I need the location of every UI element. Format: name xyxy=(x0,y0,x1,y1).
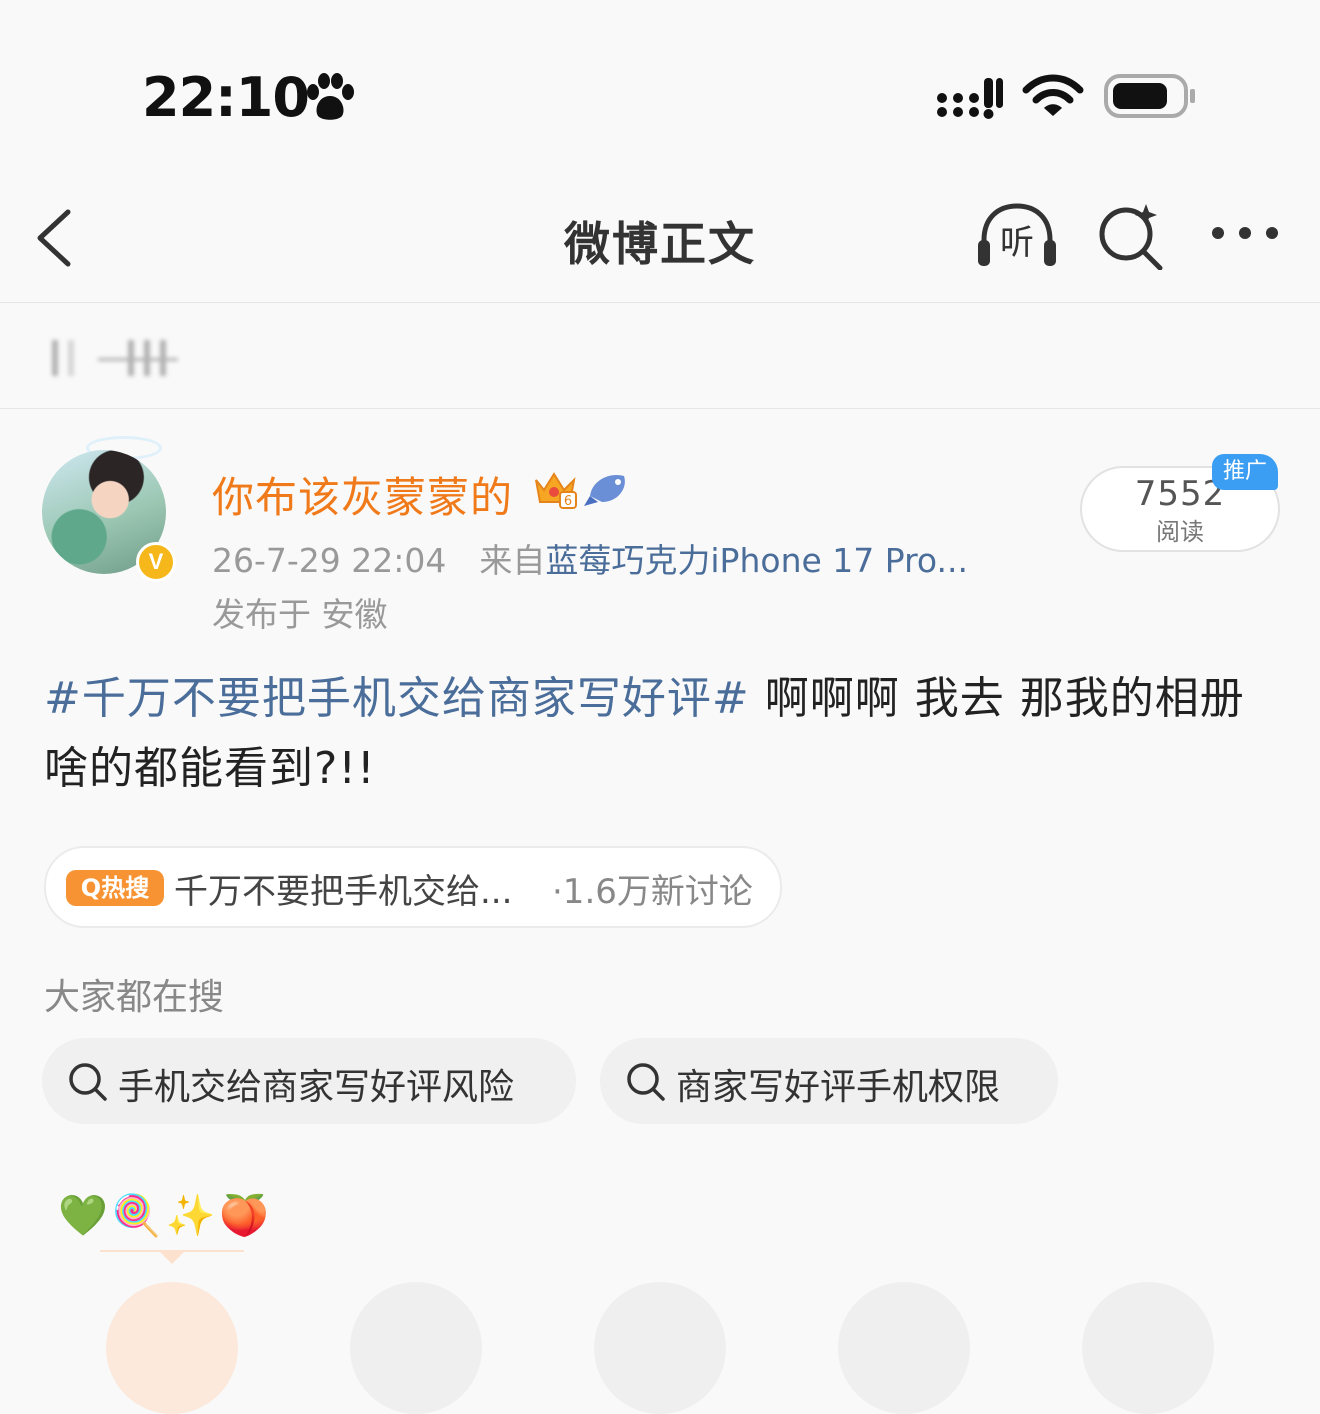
post-location: 发布于 安徽 xyxy=(212,595,388,634)
search-suggestion-1[interactable]: 手机交给商家写好评风险 xyxy=(42,1038,576,1124)
hot-search-chip[interactable]: Q热搜 千万不要把手机交给... ·1.6万新讨论 xyxy=(44,846,782,928)
avatar[interactable]: V xyxy=(38,436,176,582)
search-suggestion-text: 手机交给商家写好评风险 xyxy=(118,1067,515,1108)
user-name[interactable]: 你布该灰蒙蒙的 xyxy=(212,464,513,525)
hashtag-link[interactable]: #千万不要把手机交给商家写好评# xyxy=(44,673,750,724)
reads-label: 阅读 xyxy=(1156,518,1204,546)
battery-icon xyxy=(1104,74,1195,118)
search-suggestion-2[interactable]: 商家写好评手机权限 xyxy=(600,1038,1058,1124)
bottom-circle-5[interactable] xyxy=(1082,1282,1214,1414)
crown-level: 6 xyxy=(564,494,572,509)
post-body: #千万不要把手机交给商家写好评# 啊啊啊 我去 那我的相册啥的都能看到?!! xyxy=(44,664,1284,804)
cellular-signal-icon xyxy=(937,78,1003,119)
bottom-circle-3[interactable] xyxy=(594,1282,726,1414)
hot-search-count: ·1.6万新讨论 xyxy=(552,872,753,912)
status-bar: 22:10 xyxy=(0,0,1320,170)
wifi-icon xyxy=(1022,74,1084,116)
hot-search-badge: Q热搜 xyxy=(66,870,164,906)
bottom-circle-1[interactable] xyxy=(106,1282,238,1414)
search-sparkle-icon[interactable] xyxy=(1096,200,1166,270)
paw-icon xyxy=(307,73,354,120)
verified-badge: V xyxy=(136,542,176,582)
hot-search-text: 千万不要把手机交给... xyxy=(174,872,513,912)
crown-level-icon: 6 xyxy=(535,472,577,509)
fish-icon xyxy=(584,474,625,506)
emoji-row: 💚🍭✨🍑 xyxy=(58,1193,274,1239)
bottom-circle-4[interactable] xyxy=(838,1282,970,1414)
bottom-circle-2[interactable] xyxy=(350,1282,482,1414)
post-date: 26-7-29 22:04 xyxy=(212,541,447,580)
search-icon xyxy=(627,1063,665,1101)
more-options-icon[interactable] xyxy=(1210,220,1280,246)
blurred-header-strip xyxy=(0,302,1320,409)
promo-tag: 推广 xyxy=(1212,454,1278,490)
search-icon xyxy=(69,1063,107,1101)
listen-headphones-icon[interactable]: 听 xyxy=(974,200,1060,270)
post-source-link[interactable]: 蓝莓巧克力iPhone 17 Pro... xyxy=(545,541,968,580)
blurred-content xyxy=(38,340,188,380)
listen-label: 听 xyxy=(1000,223,1034,263)
emoji-caret xyxy=(160,1252,184,1264)
search-suggestion-text: 商家写好评手机权限 xyxy=(676,1067,1001,1108)
post-meta: 26-7-29 22:04 来自蓝莓巧克力iPhone 17 Pro... xyxy=(212,534,968,582)
status-time: 22:10 xyxy=(142,66,310,129)
nav-bar: 微博正文 听 xyxy=(0,170,1320,303)
everyone-searching-label: 大家都在搜 xyxy=(44,977,225,1018)
source-prefix: 来自 xyxy=(479,541,546,580)
